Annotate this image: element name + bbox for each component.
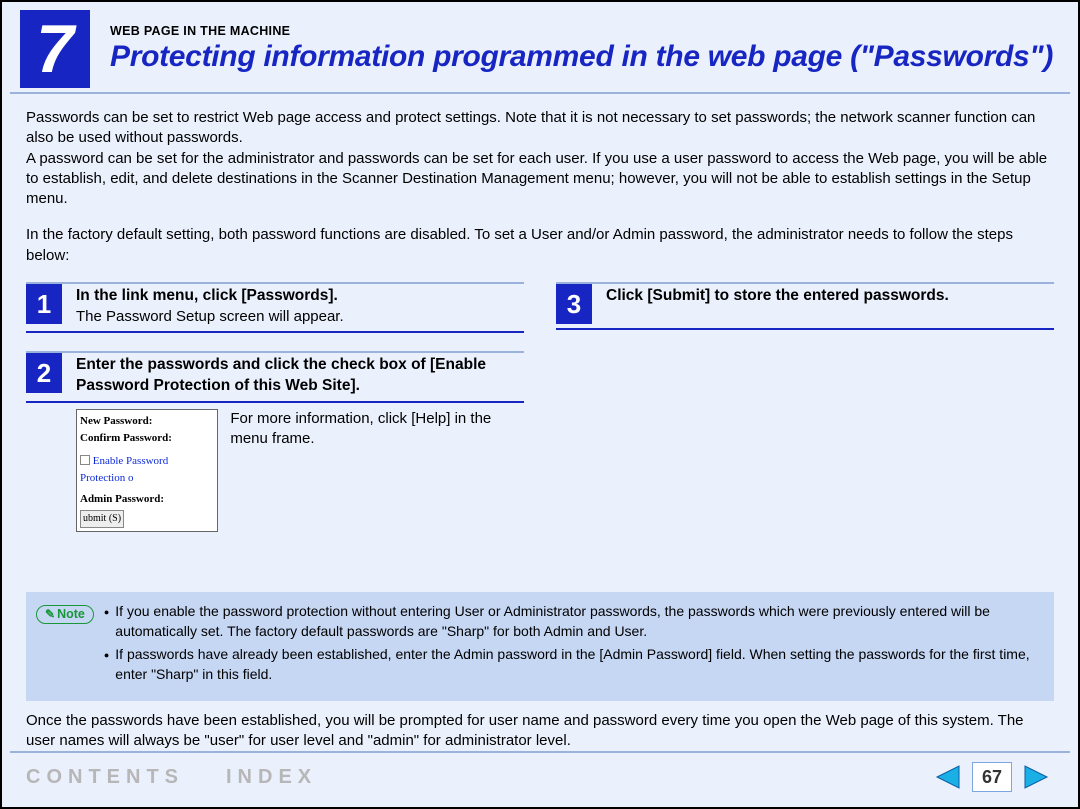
contents-link[interactable]: CONTENTS [26,766,184,789]
chapter-number: 7 [20,10,90,88]
screenshot-submit-button: ubmit (S) [80,510,124,528]
page-footer: CONTENTS INDEX 67 [10,751,1070,801]
note-body: If you enable the password protection wi… [104,602,1040,688]
step-description: For more information, click [Help] in th… [230,409,524,450]
prev-page-button[interactable] [930,763,964,791]
step-3: 3 Click [Submit] to store the entered pa… [556,282,1054,330]
closing-paragraph: Once the passwords have been established… [2,701,1078,752]
step-body: New Password: Confirm Password: Enable P… [76,409,524,532]
footer-right: 67 [930,762,1054,792]
step-title: In the link menu, click [Passwords]. [76,284,344,307]
step-number: 2 [26,353,62,393]
note-pill: Note [36,605,94,625]
intro-paragraph-1: Passwords can be set to restrict Web pag… [26,108,1054,149]
index-link[interactable]: INDEX [226,766,317,789]
screenshot-line: Confirm Password: [80,430,215,447]
chapter-number-wrap: 7 [10,10,90,88]
step-header: 3 Click [Submit] to store the entered pa… [556,282,1054,330]
triangle-right-icon [1023,764,1051,790]
note-bullet: If passwords have already been establish… [104,645,1040,684]
step-title-wrap: In the link menu, click [Passwords]. The… [76,284,344,327]
step-description: The Password Setup screen will appear. [76,307,344,327]
step-header: 2 Enter the passwords and click the chec… [26,351,524,403]
step-title: Click [Submit] to store the entered pass… [606,284,949,307]
note-label-text: Note [57,606,85,624]
intro-paragraph-3: In the factory default setting, both pas… [26,225,1054,266]
next-page-button[interactable] [1020,763,1054,791]
page-title: Protecting information programmed in the… [110,40,1053,74]
note-label-wrap: Note [36,604,94,688]
screenshot-checkbox-label: Enable Password Protection o [80,455,168,484]
screenshot-line: Admin Password: [80,491,215,508]
footer-left: CONTENTS INDEX [26,766,317,789]
step-header: 1 In the link menu, click [Passwords]. T… [26,282,524,333]
page-header: 7 WEB PAGE IN THE MACHINE Protecting inf… [10,2,1070,94]
step-number: 1 [26,284,62,324]
step-1: 1 In the link menu, click [Passwords]. T… [26,282,524,333]
checkbox-icon [80,455,90,465]
steps-columns: 1 In the link menu, click [Passwords]. T… [26,282,1054,550]
embedded-screenshot: New Password: Confirm Password: Enable P… [76,409,218,532]
page-body: Passwords can be set to restrict Web pag… [2,94,1078,582]
screenshot-line: New Password: [80,413,215,430]
triangle-left-icon [933,764,961,790]
manual-page: 7 WEB PAGE IN THE MACHINE Protecting inf… [0,0,1080,809]
note-bullet: If you enable the password protection wi… [104,602,1040,641]
step-2: 2 Enter the passwords and click the chec… [26,351,524,532]
intro-paragraph-2: A password can be set for the administra… [26,149,1054,210]
note-box: Note If you enable the password protecti… [26,592,1054,700]
step-title: Enter the passwords and click the check … [76,353,524,397]
column-left: 1 In the link menu, click [Passwords]. T… [26,282,524,550]
step-number: 3 [556,284,592,324]
section-eyebrow: WEB PAGE IN THE MACHINE [110,24,1053,38]
column-right: 3 Click [Submit] to store the entered pa… [556,282,1054,550]
title-block: WEB PAGE IN THE MACHINE Protecting infor… [90,10,1053,88]
page-number: 67 [972,762,1012,792]
note-bullet-text: If you enable the password protection wi… [115,602,1040,641]
note-bullet-text: If passwords have already been establish… [115,645,1040,684]
